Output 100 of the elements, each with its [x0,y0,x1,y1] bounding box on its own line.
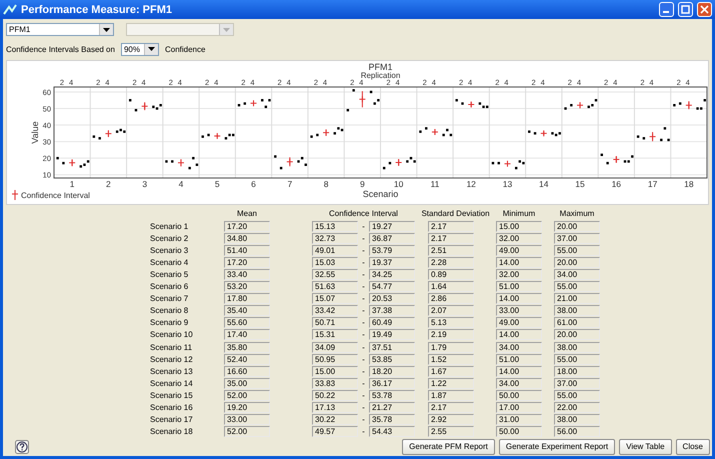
data-point [188,166,191,170]
value-field: 2.92 [428,414,474,426]
range-separator: - [361,354,366,364]
range-separator: - [361,246,366,255]
mean-marker [395,158,402,166]
value-field: 15.31 [312,329,358,340]
value-field: 49.57 [312,426,358,438]
data-point [564,107,567,110]
range-separator: - [361,222,366,231]
data-point [673,104,676,106]
data-point [334,132,336,134]
value-field: 14.00 [496,366,542,377]
data-point [244,102,246,105]
value-field: 16.60 [224,366,270,377]
row-label: Scenario 12 [149,354,194,364]
value-field: 35.80 [224,342,270,352]
axis-tick-label: 13 [502,178,512,189]
value-field: 2.17 [428,402,474,413]
row-label: Scenario 1 [149,222,190,231]
mean-marker [358,96,366,103]
value-field: 33.83 [312,378,358,389]
measure-dropdown[interactable]: PFM1 [6,23,114,36]
mean-marker [431,128,438,136]
data-point [388,162,392,164]
axis-tick-label: 16 [612,178,622,189]
axis-tick-label: 18 [684,178,694,189]
mean-marker [504,160,511,168]
data-point [660,138,662,142]
value-field: 19.49 [369,329,415,340]
mean-marker [141,102,148,110]
data-point [92,135,96,138]
value-field: 2.17 [428,232,474,244]
minimize-button[interactable] [659,2,674,18]
value-field: 0.89 [428,268,474,280]
value-field: 15.03 [312,256,358,268]
dropdown-arrow-icon [223,28,230,32]
mean-marker [250,100,258,107]
value-field: 1.52 [428,354,474,365]
data-point [62,162,65,164]
value-field: 37.38 [369,305,415,316]
value-field: 34.25 [369,268,415,280]
mean-marker [214,132,221,140]
value-field: 36.87 [369,232,415,244]
data-point [704,98,706,102]
column-header: Confidence Interval [328,209,399,218]
value-field: 20.00 [554,220,600,232]
value-field: 5.13 [428,317,474,328]
data-point [664,127,666,130]
value-field: 18.20 [369,366,415,377]
confidence-label: Confidence Intervals Based on [6,44,115,54]
value-field: 15.00 [496,220,542,232]
value-field: 19.27 [369,220,415,232]
value-field: 20.53 [369,293,415,304]
data-point [352,89,355,92]
value-field: 37.00 [554,232,600,244]
action-button[interactable]: Generate Experiment Report [498,438,616,455]
value-field: 15.00 [312,366,358,377]
value-field: 55.00 [554,354,600,365]
value-field: 53.78 [369,390,415,401]
range-separator: - [361,427,366,436]
row-label: Scenario 18 [149,427,194,436]
maximize-button[interactable] [678,2,693,18]
close-button[interactable] [697,2,712,18]
row-label: Scenario 14 [149,378,194,388]
range-separator: - [361,366,366,376]
value-field: 30.22 [312,414,358,426]
action-button[interactable]: Generate PFM Report [402,438,495,455]
value-field: 2.17 [428,220,474,232]
value-field: 2.86 [428,293,474,304]
value-field: 49.00 [496,317,542,328]
column-header: Minimum [502,209,536,218]
range-separator: - [361,342,366,352]
action-button[interactable]: Close [676,438,710,455]
data-point [192,156,194,160]
axis-tick-label: 4 [178,178,184,189]
range-separator: - [361,330,366,340]
value-field: 2.55 [428,426,474,438]
data-point [171,160,174,163]
help-icon[interactable] [15,440,29,454]
value-field: 1.64 [428,281,474,292]
value-field: 50.00 [496,390,542,401]
value-field: 55.60 [224,317,270,328]
data-point [134,108,138,112]
data-point [498,162,500,164]
axis-tick-label: 10 [394,178,404,189]
value-field: 32.00 [496,232,542,244]
column-header: Maximum [558,209,596,218]
value-field: 19.20 [224,402,270,413]
confidence-dropdown[interactable]: 90% [120,42,159,56]
range-separator: - [361,282,366,292]
action-button[interactable]: View Table [619,438,672,455]
data-point [382,166,386,170]
value-field: 22.00 [554,402,600,413]
value-field: 18.00 [554,366,600,377]
row-label: Scenario 2 [149,234,190,243]
value-field: 32.73 [312,232,358,244]
maximize-icon [681,5,690,14]
value-field: 51.40 [224,244,270,256]
value-field: 51.00 [496,281,542,292]
mean-marker [104,130,112,138]
